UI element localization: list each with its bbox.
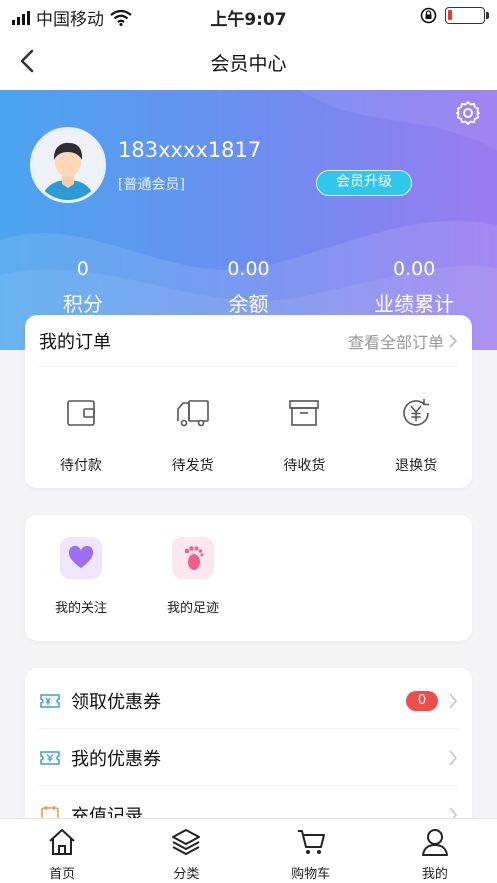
tab-label: 我的 [421, 867, 448, 882]
member-level: [普通会员] [118, 177, 185, 193]
order-returns[interactable]: 退换货 [360, 395, 472, 475]
shortcut-label: 我的足迹 [166, 601, 219, 616]
box-icon [289, 400, 320, 426]
tab-label: 首页 [49, 867, 76, 882]
avatar-person-icon [33, 130, 103, 200]
heart-icon-box [60, 537, 102, 579]
wallet-icon [67, 400, 95, 426]
tab-cart[interactable]: 购物车 [249, 819, 373, 883]
order-status-label: 待收货 [283, 458, 326, 474]
gear-icon[interactable] [455, 100, 481, 126]
orders-header: 我的订单 查看全部订单 [39, 315, 458, 367]
orders-card: 我的订单 查看全部订单 待付款 待发货 待收货 退换货 [25, 315, 472, 488]
page-title: 会员中心 [210, 53, 287, 75]
view-all-orders-link[interactable]: 查看全部订单 [348, 329, 458, 353]
battery-icon [445, 7, 489, 24]
menu-my-coupons[interactable]: 我的优惠券 [25, 729, 472, 786]
rotation-lock-icon [420, 7, 437, 24]
member-header: 183xxxx1817 [普通会员] 会员升级 0 积分 0.00 余额 0.0… [0, 90, 497, 350]
stat-points[interactable]: 0 积分 [0, 258, 166, 317]
menu-label: 我的优惠券 [71, 748, 161, 770]
coupon-count-badge: 0 [406, 690, 438, 711]
nav-bar: 会员中心 [0, 32, 497, 90]
footprint-icon-box [172, 537, 214, 579]
tab-mine[interactable]: 我的 [373, 819, 497, 883]
my-follows[interactable]: 我的关注 [41, 537, 121, 616]
stats-row: 0 积分 0.00 余额 0.00 业绩累计 [0, 258, 497, 317]
footprint-icon [184, 546, 204, 570]
orders-title: 我的订单 [39, 331, 111, 353]
menu-label: 领取优惠券 [71, 691, 161, 713]
stat-performance[interactable]: 0.00 业绩累计 [331, 258, 497, 317]
shortcut-label: 我的关注 [54, 601, 107, 616]
shortcuts-card: 我的关注 我的足迹 [25, 515, 472, 641]
status-right [420, 7, 489, 24]
yen-refund-icon [403, 399, 430, 426]
cart-icon [297, 830, 325, 854]
order-pending-payment[interactable]: 待付款 [25, 395, 137, 475]
order-pending-receipt[interactable]: 待收货 [249, 395, 361, 475]
order-status-row: 待付款 待发货 待收货 退换货 [25, 367, 472, 475]
heart-icon [68, 546, 94, 568]
stat-label: 积分 [62, 292, 103, 316]
stat-balance[interactable]: 0.00 余额 [166, 258, 332, 317]
view-all-label: 查看全部订单 [347, 332, 444, 352]
tab-bar: 首页 分类 购物车 我的 [0, 818, 497, 883]
home-icon [49, 829, 75, 855]
user-phone: 183xxxx1817 [118, 138, 262, 162]
user-icon [421, 829, 448, 856]
upgrade-button[interactable]: 会员升级 [316, 170, 412, 196]
tab-label: 分类 [173, 867, 200, 882]
stat-value: 0.00 [227, 258, 270, 280]
order-pending-shipment[interactable]: 待发货 [137, 395, 249, 475]
stat-value: 0.00 [393, 258, 436, 280]
tab-home[interactable]: 首页 [0, 819, 124, 883]
order-status-label: 待付款 [59, 458, 102, 474]
stat-label: 余额 [228, 292, 269, 316]
tab-category[interactable]: 分类 [124, 819, 248, 883]
stat-value: 0 [76, 258, 89, 280]
truck-icon [176, 400, 209, 427]
avatar[interactable] [30, 127, 106, 203]
coupon-ticket-icon [40, 693, 60, 708]
tab-label: 购物车 [291, 867, 331, 882]
order-status-label: 退换货 [395, 458, 438, 474]
layers-icon [172, 829, 201, 855]
chevron-right-icon [449, 333, 458, 348]
chevron-right-icon [449, 749, 458, 766]
yen-ticket-icon [40, 750, 60, 765]
stat-label: 业绩累计 [374, 292, 455, 316]
menu-claim-coupons[interactable]: 领取优惠券 0 [25, 672, 472, 729]
order-status-label: 待发货 [171, 458, 214, 474]
my-footprints[interactable]: 我的足迹 [153, 537, 233, 616]
status-bar: 中国移动 上午9:07 [0, 0, 497, 32]
chevron-right-icon [449, 692, 458, 709]
